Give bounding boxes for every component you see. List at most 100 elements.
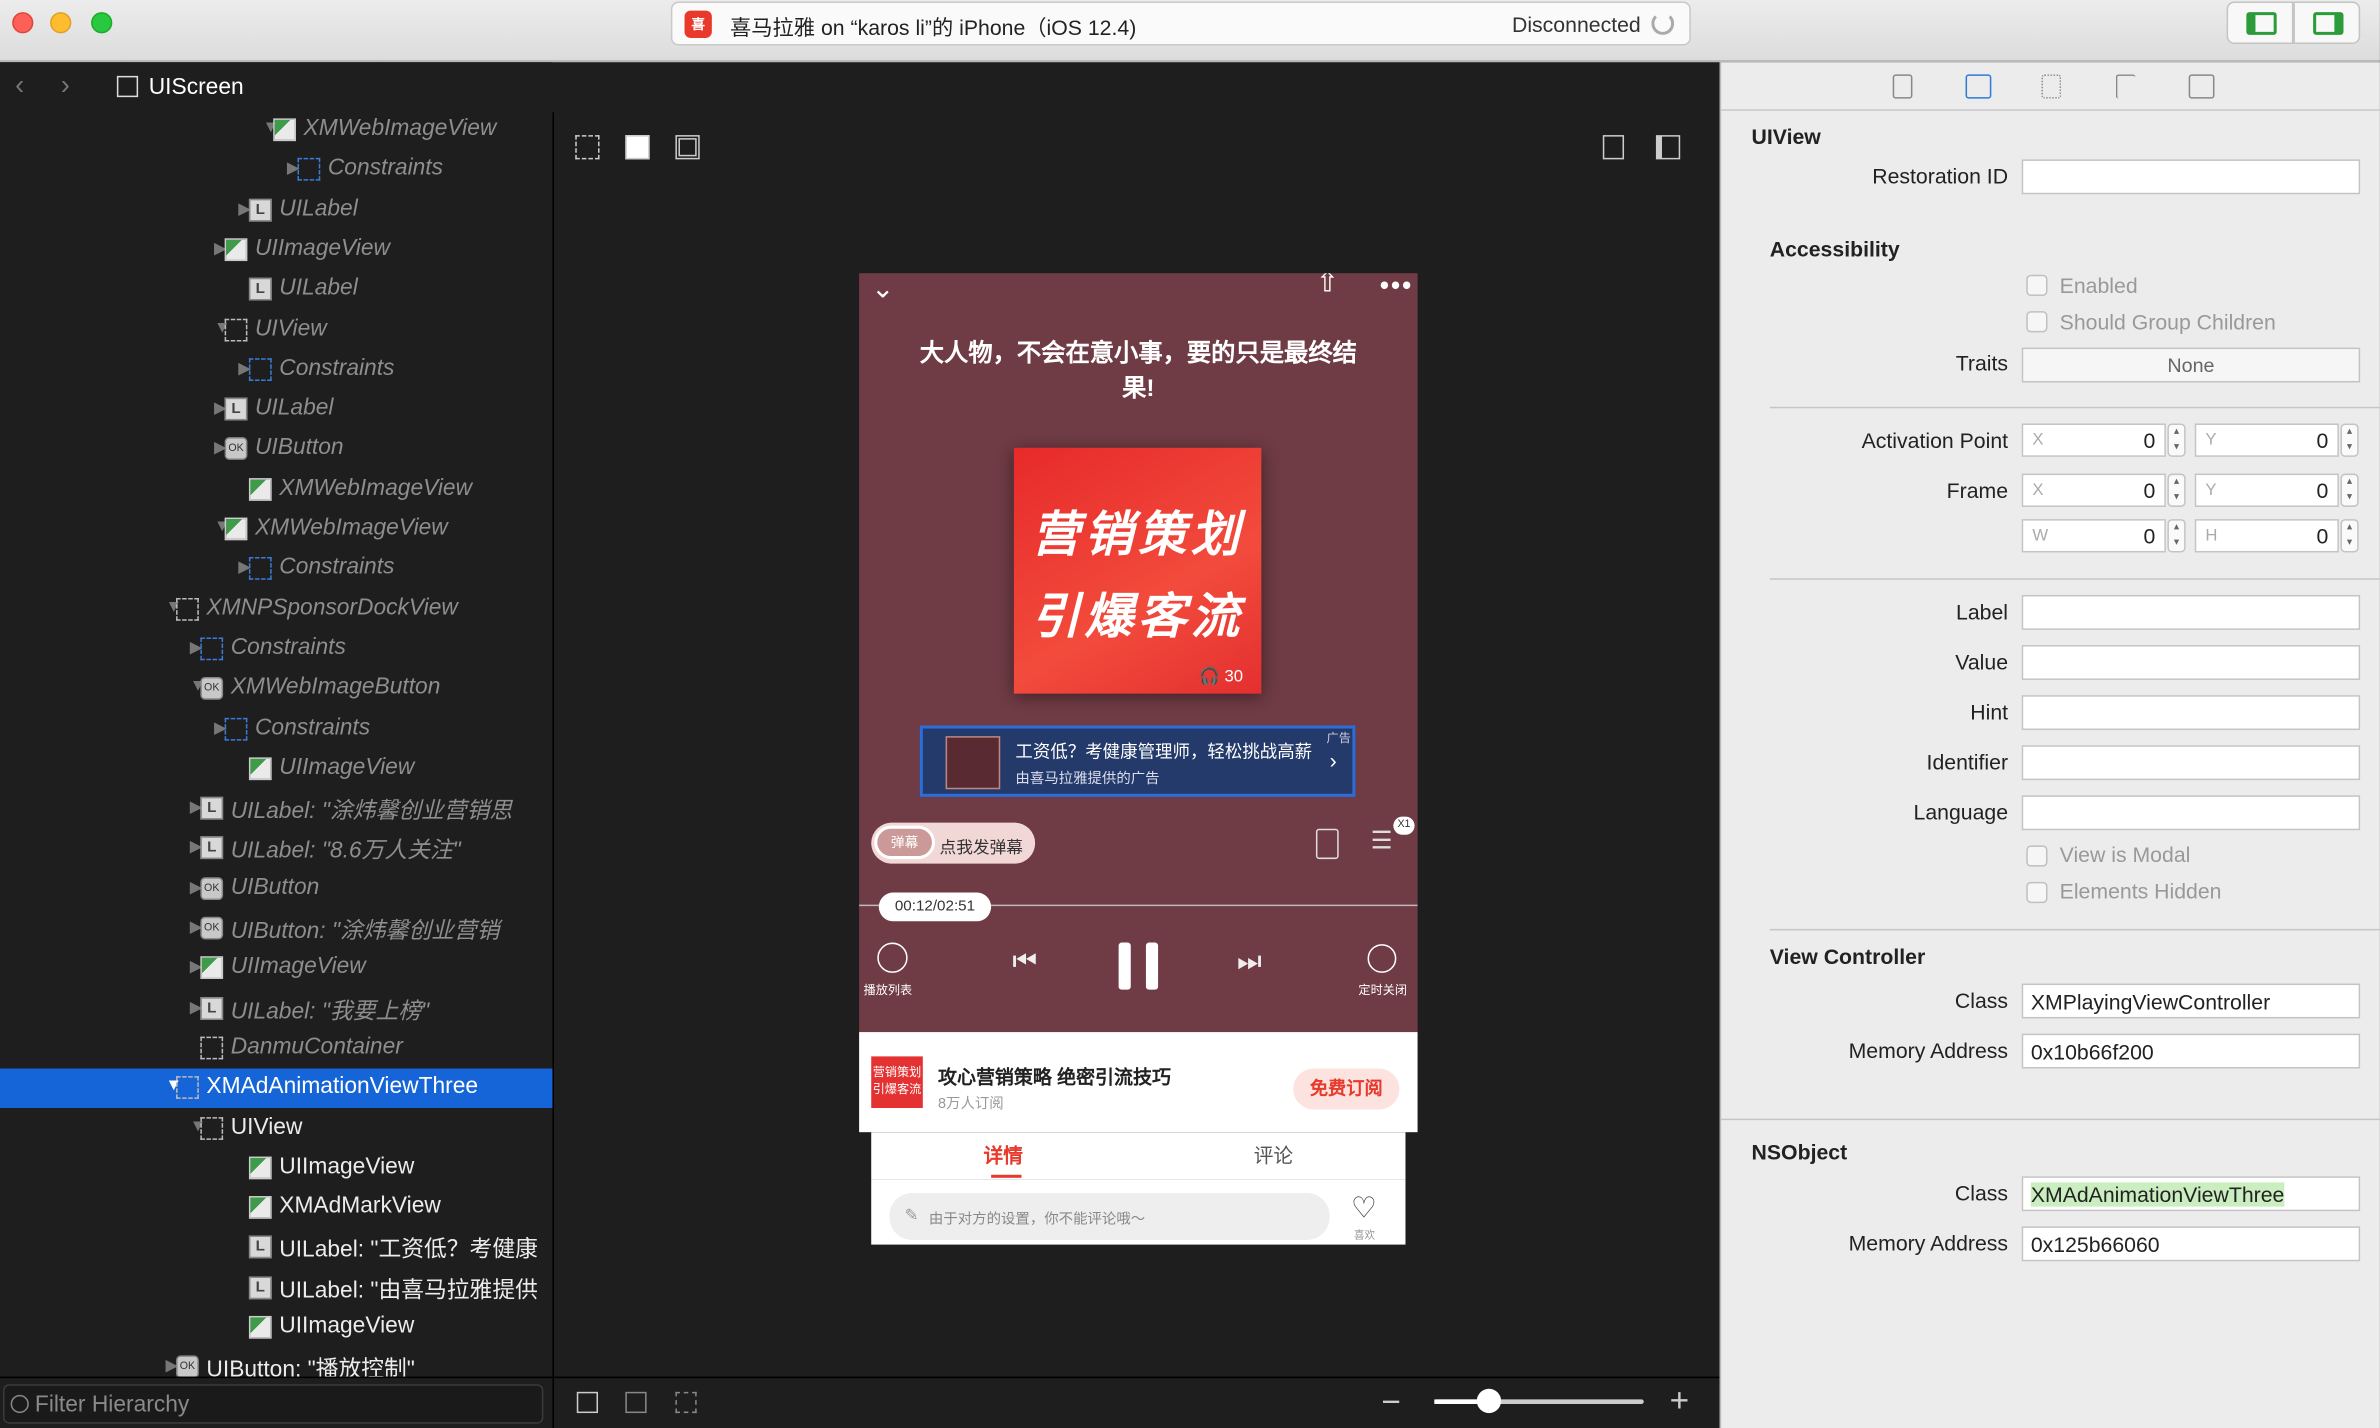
- settings-sliders-icon[interactable]: ☰: [1371, 826, 1393, 856]
- tree-row[interactable]: ▶ OK UIButton: "涂炜馨创业营销: [0, 909, 552, 948]
- frame-y-field[interactable]: Y0: [2194, 473, 2339, 507]
- tree-row[interactable]: ▶ Constraints: [0, 550, 552, 589]
- time-indicator[interactable]: 00:12/02:51: [878, 892, 992, 922]
- frame-select-icon[interactable]: [675, 1391, 697, 1414]
- vc-class-field[interactable]: XMPlayingViewController: [2021, 983, 2361, 1019]
- like-heart-icon[interactable]: ♡: [1351, 1191, 1377, 1226]
- frame-x-field[interactable]: X0: [2021, 473, 2166, 507]
- album-cover[interactable]: 营销策划 引爆客流 🎧 30: [1013, 447, 1262, 694]
- tree-row[interactable]: ▼ XMWebImageView: [0, 112, 552, 150]
- activation-x-stepper[interactable]: ▴ ▾: [2167, 423, 2186, 457]
- show-frames-icon[interactable]: [675, 135, 700, 160]
- show-clipped-icon[interactable]: [575, 135, 600, 160]
- group-children-checkbox[interactable]: [2026, 311, 2048, 333]
- next-track-icon[interactable]: ⏭: [1237, 946, 1262, 978]
- tree-row[interactable]: ▶ UIImageView: [0, 949, 552, 988]
- tree-row[interactable]: UIImageView: [0, 749, 552, 788]
- ad-banner[interactable]: 工资低？考健康管理师，轻松挑战高薪 由喜马拉雅提供的广告 广告 ›: [919, 725, 1356, 797]
- tree-row[interactable]: ▶ L UILabel: "涂炜馨创业营销思: [0, 789, 552, 828]
- tree-row[interactable]: ▶ Constraints: [0, 630, 552, 669]
- zoom-out-button[interactable]: −: [1381, 1383, 1401, 1422]
- activation-x-field[interactable]: X0: [2021, 423, 2166, 457]
- tree-row[interactable]: L UILabel: "工资低？考健康: [0, 1228, 552, 1267]
- sliders-icon[interactable]: [2041, 74, 2062, 99]
- restoration-id-field[interactable]: [2021, 159, 2361, 195]
- tree-row[interactable]: ▶ Constraints: [0, 350, 552, 389]
- tree-row[interactable]: ▶ Constraints: [0, 710, 552, 749]
- keyboard-icon[interactable]: [625, 1391, 647, 1414]
- elements-hidden-checkbox[interactable]: [2026, 881, 2048, 904]
- toggle-inspector-button[interactable]: [2293, 1, 2361, 45]
- tree-row[interactable]: XMAdMarkView: [0, 1189, 552, 1228]
- back-chevron-icon[interactable]: ‹: [15, 70, 24, 102]
- show-content-icon[interactable]: [625, 135, 650, 160]
- object-icon[interactable]: [1965, 74, 1992, 99]
- traits-dropdown[interactable]: None: [2021, 347, 2361, 383]
- zoom-window-button[interactable]: [91, 12, 113, 34]
- activation-y-stepper[interactable]: ▴ ▾: [2340, 423, 2359, 457]
- more-icon[interactable]: •••: [1380, 273, 1413, 302]
- tree-row[interactable]: ▼ UIView: [0, 310, 552, 349]
- tree-row[interactable]: ▼ XMNPSponsorDockView: [0, 590, 552, 629]
- frame-y-stepper[interactable]: ▴ ▾: [2340, 473, 2359, 507]
- tree-row[interactable]: ▶ OK UIButton: "播放控制": [0, 1348, 552, 1377]
- refresh-icon[interactable]: [1651, 12, 1675, 35]
- orientation-icon[interactable]: [1602, 135, 1625, 160]
- tree-row[interactable]: ▶ L UILabel: [0, 390, 552, 429]
- tree-row[interactable]: UIImageView: [0, 1308, 552, 1347]
- subscribe-button[interactable]: 免费订阅: [1293, 1068, 1400, 1110]
- frame-h-field[interactable]: H0: [2194, 519, 2339, 553]
- tree-row[interactable]: L UILabel: "由喜马拉雅提供: [0, 1268, 552, 1307]
- activation-y-field[interactable]: Y0: [2194, 423, 2339, 457]
- ns-class-field[interactable]: XMAdAnimationViewThree: [2021, 1176, 2361, 1212]
- tree-row[interactable]: ▶ L UILabel: "8.6万人关注": [0, 829, 552, 868]
- tree-row[interactable]: ▶ OK UIButton: [0, 430, 552, 469]
- close-window-button[interactable]: [12, 12, 34, 34]
- tree-row[interactable]: DanmuContainer: [0, 1029, 552, 1068]
- tree-row[interactable]: ▼ XMAdAnimationViewThree: [0, 1068, 553, 1109]
- playlist-icon[interactable]: [877, 942, 908, 973]
- tab-detail[interactable]: 详情: [984, 1140, 1023, 1169]
- layers-icon[interactable]: [2188, 74, 2215, 99]
- tree-row[interactable]: ▼ XMWebImageView: [0, 510, 552, 549]
- phone-screen[interactable]: ⌄ ⇧ ••• 大人物，不会在意小事，要的只是最终结果! 营销策划 引爆客流 🎧…: [859, 273, 1418, 1133]
- tree-row[interactable]: ▼ OK XMWebImageButton: [0, 670, 552, 709]
- share-icon[interactable]: ⇧: [1316, 273, 1339, 299]
- tab-comment[interactable]: 评论: [1254, 1140, 1293, 1169]
- tree-row[interactable]: ▼ UIView: [0, 1109, 552, 1148]
- label-field[interactable]: [2021, 594, 2361, 630]
- fit-icon[interactable]: [576, 1391, 599, 1414]
- view-modal-checkbox[interactable]: [2026, 845, 2048, 867]
- enabled-checkbox[interactable]: [2026, 274, 2048, 296]
- frame-x-stepper[interactable]: ▴ ▾: [2167, 473, 2186, 507]
- vc-memory-field[interactable]: 0x10b66f200: [2021, 1033, 2361, 1069]
- tree-row[interactable]: L UILabel: [0, 270, 552, 309]
- timer-icon[interactable]: [1367, 944, 1397, 973]
- previous-track-icon[interactable]: ⏮: [1012, 946, 1037, 978]
- tree-row[interactable]: ▶ UIImageView: [0, 231, 552, 270]
- language-field[interactable]: [2021, 795, 2361, 831]
- hint-field[interactable]: [2021, 695, 2361, 731]
- ruler-icon[interactable]: [2115, 74, 2136, 99]
- tree-row[interactable]: XMWebImageView: [0, 470, 552, 509]
- tree-row[interactable]: ▶ L UILabel: [0, 191, 552, 230]
- minimize-window-button[interactable]: [50, 12, 72, 34]
- toggle-navigator-button[interactable]: [2226, 1, 2294, 45]
- tree-row[interactable]: ▶ L UILabel: "我要上榜": [0, 989, 552, 1028]
- tree-row[interactable]: ▶ Constraints: [0, 151, 552, 190]
- danmu-icon[interactable]: 弹幕: [874, 825, 935, 860]
- layers-icon[interactable]: [1655, 135, 1681, 160]
- file-icon[interactable]: [1892, 74, 1913, 99]
- identifier-field[interactable]: [2021, 745, 2361, 781]
- frame-w-field[interactable]: W0: [2021, 519, 2166, 553]
- frame-h-stepper[interactable]: ▴ ▾: [2340, 519, 2359, 553]
- tree-row[interactable]: ▶ OK UIButton: [0, 869, 552, 908]
- forward-chevron-icon[interactable]: ›: [61, 70, 70, 102]
- zoom-in-button[interactable]: +: [1670, 1381, 1690, 1420]
- tree-row[interactable]: UIImageView: [0, 1149, 552, 1188]
- collapse-chevron-icon[interactable]: ⌄: [871, 273, 894, 305]
- filter-hierarchy-field[interactable]: Filter Hierarchy: [3, 1384, 544, 1424]
- album-bar[interactable]: 营销策划 引爆客流 攻心营销策略 绝密引流技巧 8万人订阅 免费订阅: [859, 1032, 1418, 1133]
- speaker-icon[interactable]: [1315, 828, 1339, 860]
- ns-memory-field[interactable]: 0x125b66060: [2021, 1226, 2361, 1262]
